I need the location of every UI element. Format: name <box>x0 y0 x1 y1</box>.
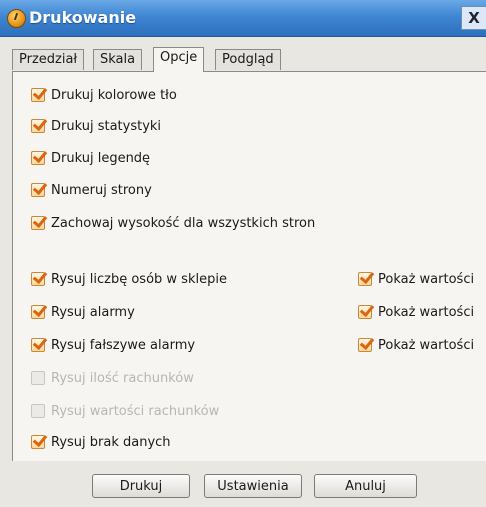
checkbox-checked-icon[interactable] <box>31 435 45 449</box>
tab-skala[interactable]: Skala <box>93 49 143 70</box>
options-panel: Drukuj kolorowe tło Drukuj statystyki Dr… <box>12 71 486 461</box>
checkbox-checked-icon[interactable] <box>31 272 45 286</box>
window-title: Drukowanie <box>29 8 137 27</box>
checkbox-checked-icon[interactable] <box>358 272 372 286</box>
close-button[interactable]: X <box>461 6 486 30</box>
checkbox-checked-icon[interactable] <box>31 151 45 165</box>
print-dialog: Drukowanie X Przedział Skala Opcje Podgl… <box>0 0 486 507</box>
checkbox-checked-icon[interactable] <box>31 216 45 230</box>
checkbox-unchecked-icon[interactable] <box>31 371 45 385</box>
settings-button[interactable]: Ustawienia <box>204 474 302 498</box>
checkbox-checked-icon[interactable] <box>31 305 45 319</box>
cancel-button[interactable]: Anuluj <box>314 474 417 498</box>
tab-podglad[interactable]: Podgląd <box>215 49 281 70</box>
checkbox-checked-icon[interactable] <box>31 183 45 197</box>
app-icon <box>7 9 26 28</box>
tab-opcje[interactable]: Opcje <box>153 47 205 72</box>
checkbox-unchecked-icon[interactable] <box>31 404 45 418</box>
checkbox-checked-icon[interactable] <box>358 305 372 319</box>
checkbox-checked-icon[interactable] <box>31 88 45 102</box>
checkbox-checked-icon[interactable] <box>358 338 372 352</box>
tab-przedzial[interactable]: Przedział <box>12 49 85 70</box>
checkbox-checked-icon[interactable] <box>31 119 45 133</box>
title-bar[interactable]: Drukowanie X <box>0 0 486 37</box>
checkbox-checked-icon[interactable] <box>31 338 45 352</box>
print-button[interactable]: Drukuj <box>92 474 190 498</box>
